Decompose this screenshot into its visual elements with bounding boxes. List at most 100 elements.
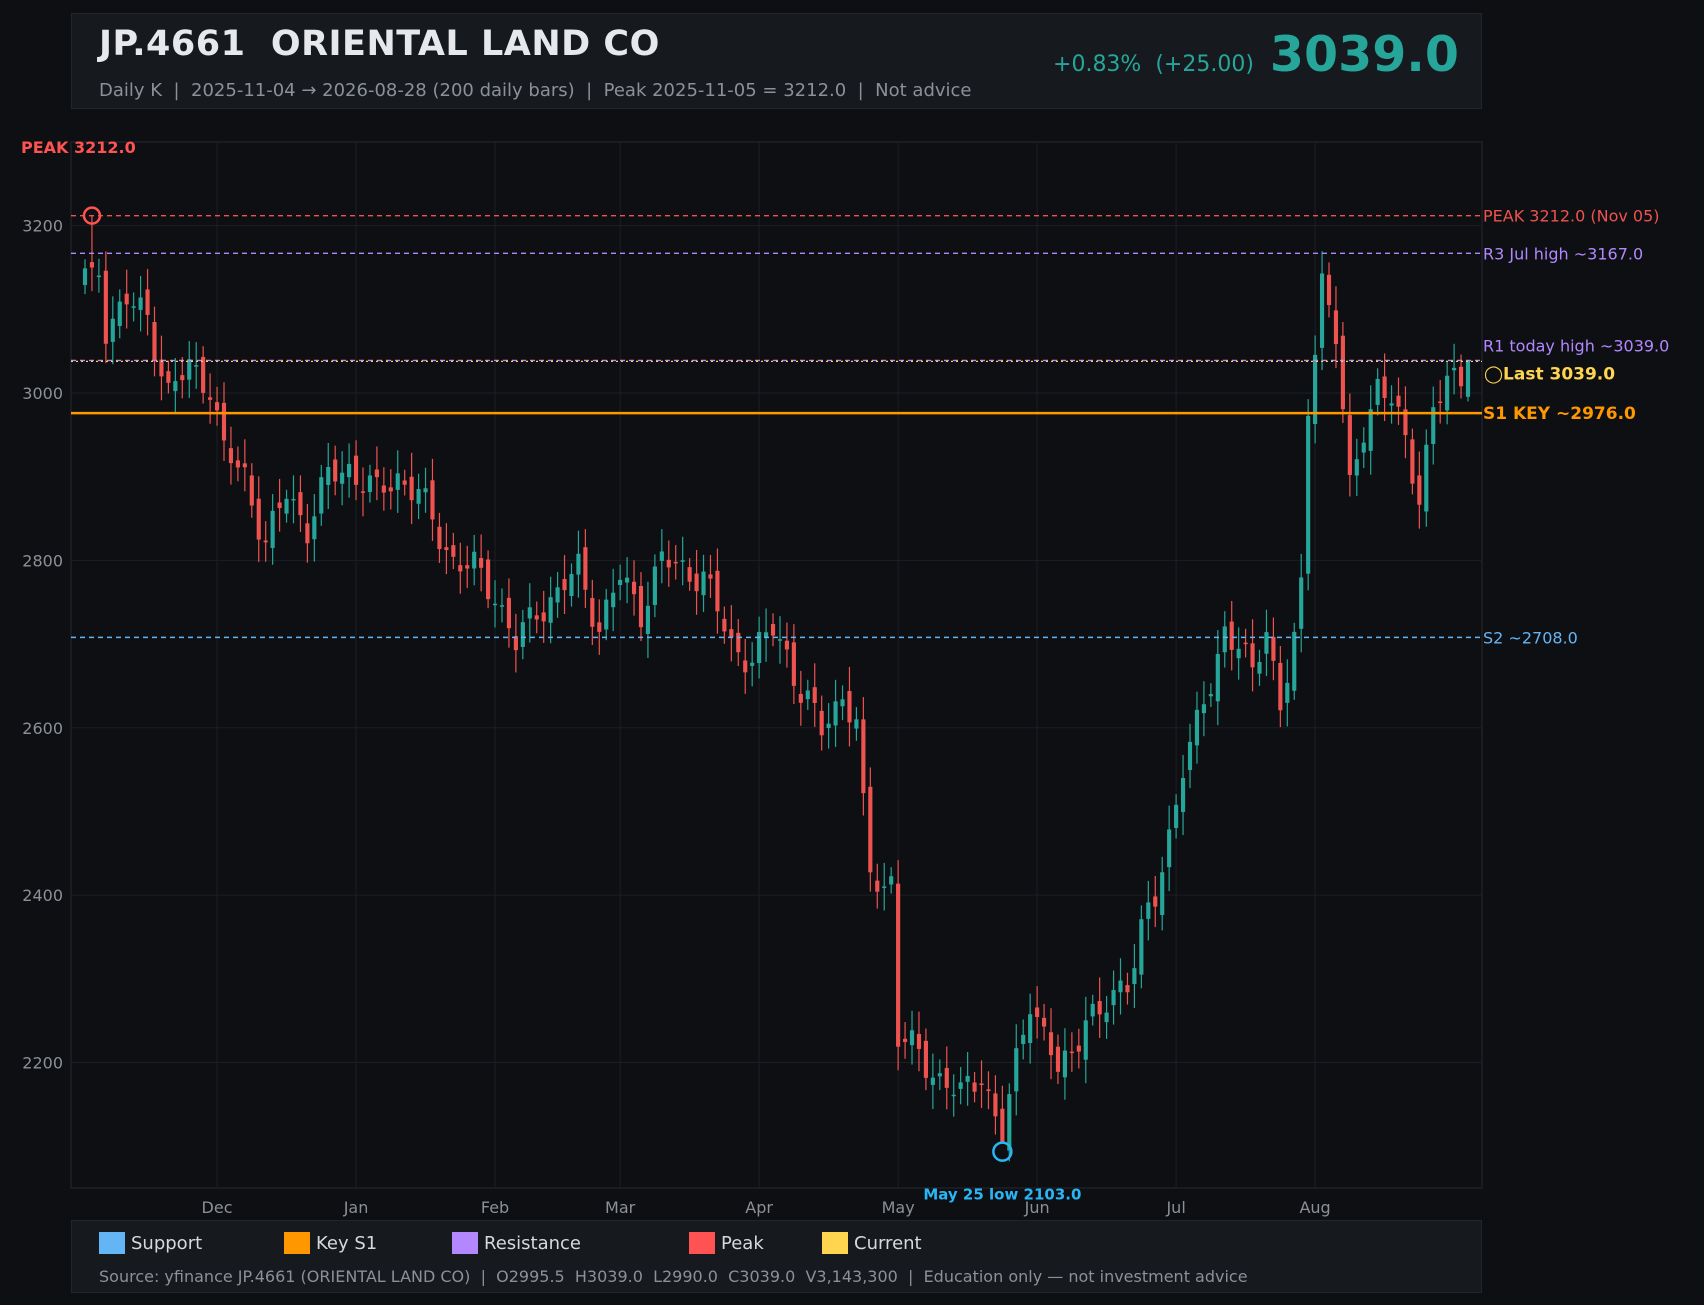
candle-body: [673, 561, 678, 564]
candle-body: [1285, 682, 1290, 703]
candle-body: [1375, 378, 1380, 405]
candle-body: [1465, 360, 1471, 397]
plot-area: [70, 141, 1483, 1189]
candle-body: [1452, 367, 1457, 371]
candle-body: [1389, 403, 1394, 406]
candle-body: [1132, 968, 1137, 984]
candle-body: [221, 402, 227, 441]
candle-body: [416, 489, 421, 504]
candle-body: [1229, 621, 1234, 650]
level-label: S1 KEY ~2976.0: [1483, 404, 1636, 424]
candle-body: [194, 365, 199, 367]
legend-label: Current: [854, 1232, 922, 1254]
legend-label: Key S1: [316, 1232, 378, 1254]
candle-body: [979, 1083, 984, 1086]
candle-body: [214, 402, 220, 411]
candle-body: [618, 579, 623, 585]
candle-body: [687, 567, 692, 582]
candle-body: [117, 301, 122, 327]
candle-body: [124, 293, 129, 305]
candle-body: [590, 598, 595, 627]
candle-body: [1139, 919, 1144, 975]
candle-body: [284, 498, 289, 514]
candle-body: [110, 318, 115, 342]
candle-body: [1083, 1020, 1088, 1060]
candle-body: [729, 629, 734, 638]
legend-swatch-peak: [689, 1232, 715, 1254]
candle-body: [1215, 653, 1220, 702]
x-tick-label: Jan: [343, 1198, 369, 1217]
candle-body: [1167, 829, 1172, 868]
x-tick-label: May: [882, 1198, 915, 1217]
candle-body: [277, 502, 282, 509]
candle-body: [437, 526, 442, 550]
candle-body: [430, 480, 435, 520]
candle-body: [1264, 632, 1269, 654]
candle-body: [1417, 475, 1422, 505]
legend-panel: Support Key S1 Resistance Peak Current S…: [71, 1220, 1482, 1293]
legend-item-peak: Peak: [689, 1232, 764, 1254]
candle-body: [625, 577, 630, 583]
candle-body: [1014, 1048, 1019, 1092]
y-tick-label: 3200: [22, 217, 63, 236]
candle-body: [541, 612, 546, 622]
candle-body: [458, 565, 463, 572]
candle-body: [638, 585, 644, 628]
candle-body: [784, 640, 789, 650]
x-tick-label: Feb: [481, 1198, 509, 1217]
candle-body: [242, 463, 247, 468]
candle-body: [1250, 643, 1255, 668]
candle-body: [631, 581, 637, 595]
candle-body: [89, 262, 95, 268]
level-label: R3 Jul high ~3167.0: [1483, 244, 1643, 263]
candle-body: [138, 297, 143, 310]
candle-body: [486, 559, 491, 600]
candle-body: [444, 547, 449, 551]
candle-body: [750, 662, 755, 666]
candle-body: [1278, 662, 1283, 711]
legend-item-current: Current: [822, 1232, 922, 1254]
candle-body: [548, 597, 553, 623]
candle-body: [374, 469, 379, 478]
candle-body: [1062, 1050, 1067, 1078]
candle-body: [472, 551, 477, 569]
legend-swatch-key-s1: [284, 1232, 310, 1254]
candle-body: [722, 618, 727, 632]
candle-body: [833, 701, 838, 726]
candle-body: [479, 558, 484, 568]
candle-body: [569, 574, 574, 597]
low-annotation: May 25 low 2103.0: [923, 1186, 1081, 1204]
candle-body: [770, 623, 776, 636]
candle-body: [1306, 415, 1311, 574]
candle-body: [1194, 709, 1200, 746]
candle-body: [291, 498, 296, 501]
candle-body: [847, 691, 852, 723]
candle-body: [916, 1033, 922, 1049]
candle-body: [388, 487, 393, 492]
candle-body: [1410, 439, 1415, 484]
candle-body: [235, 460, 240, 468]
candle-body: [326, 466, 331, 485]
candle-body: [451, 545, 456, 557]
candle-body: [1069, 1051, 1074, 1054]
legend-item-support: Support: [99, 1232, 202, 1254]
candle-body: [96, 275, 101, 278]
candle-body: [1035, 1007, 1040, 1018]
candle-body: [902, 1038, 908, 1043]
candle-body: [381, 485, 386, 493]
candle-body: [986, 1089, 991, 1092]
candle-body: [680, 560, 685, 562]
candle-body: [604, 599, 609, 630]
candle-body: [1153, 896, 1158, 907]
y-tick-label: 2200: [22, 1053, 63, 1072]
candle-body: [1354, 459, 1359, 476]
candle-body: [208, 397, 213, 400]
candle-body: [583, 547, 588, 590]
candle-body: [1424, 444, 1429, 512]
candle-body: [228, 448, 234, 464]
candle-body: [513, 636, 518, 651]
x-tick-label: Mar: [605, 1198, 636, 1217]
candle-body: [805, 690, 810, 700]
candle-body: [1438, 401, 1443, 403]
candle-body: [319, 477, 324, 514]
